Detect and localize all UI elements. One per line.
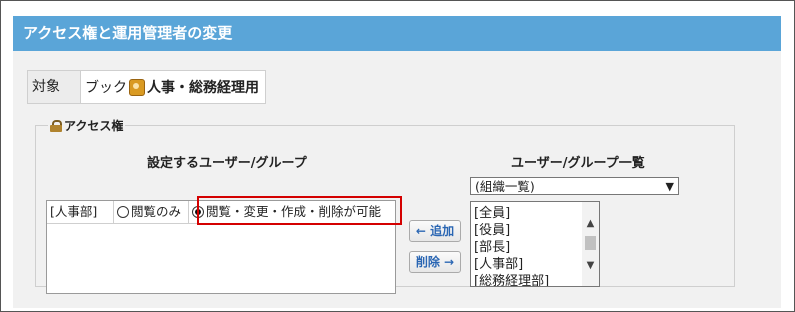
list-item[interactable]: [部長] — [474, 239, 582, 256]
list-item[interactable]: [役員] — [474, 222, 582, 239]
option-view-only[interactable]: 閲覧のみ — [114, 201, 189, 223]
add-button[interactable]: ← 追加 — [409, 220, 461, 242]
radio-view-only[interactable] — [117, 206, 129, 218]
list-item[interactable]: [人事部] — [474, 256, 582, 273]
user-group-listbox[interactable]: [全員] [役員] [部長] [人事部] [総務経理部] ▲ ▼ — [470, 201, 600, 287]
group-select-value: (組織一覧) — [475, 179, 535, 194]
listbox-scrollbar[interactable]: ▲ ▼ — [582, 202, 599, 286]
access-legend: アクセス権 — [48, 117, 125, 134]
target-table: 対象 ブック 人事・総務経理用 — [27, 70, 266, 104]
chevron-down-icon: ▼ — [665, 180, 674, 193]
option-view-only-label: 閲覧のみ — [131, 204, 182, 219]
scroll-up-icon[interactable]: ▲ — [582, 216, 599, 232]
right-column-header: ユーザー/グループ一覧 — [511, 156, 645, 171]
target-app: ブック — [85, 80, 127, 96]
highlight-box — [197, 196, 402, 225]
group-name: [人事部] — [47, 201, 114, 223]
page-title: アクセス権と運用管理者の変更 — [13, 16, 781, 51]
listbox-items: [全員] [役員] [部長] [人事部] [総務経理部] — [474, 205, 582, 286]
target-book-name: 人事・総務経理用 — [147, 80, 259, 96]
target-value: ブック 人事・総務経理用 — [81, 71, 265, 103]
list-item[interactable]: [総務経理部] — [474, 273, 582, 286]
scroll-down-icon[interactable]: ▼ — [582, 258, 599, 274]
access-legend-label: アクセス権 — [64, 119, 124, 133]
group-select[interactable]: (組織一覧) ▼ — [470, 177, 679, 195]
lock-icon — [50, 119, 62, 132]
window-frame: アクセス権と運用管理者の変更 対象 ブック 人事・総務経理用 アクセス権 設定す… — [0, 0, 795, 312]
scroll-thumb[interactable] — [585, 236, 596, 250]
book-icon — [129, 78, 145, 96]
remove-button[interactable]: 削除 → — [409, 251, 461, 273]
left-column-header: 設定するユーザー/グループ — [147, 156, 307, 171]
list-item[interactable]: [全員] — [474, 205, 582, 222]
target-label: 対象 — [28, 71, 81, 103]
